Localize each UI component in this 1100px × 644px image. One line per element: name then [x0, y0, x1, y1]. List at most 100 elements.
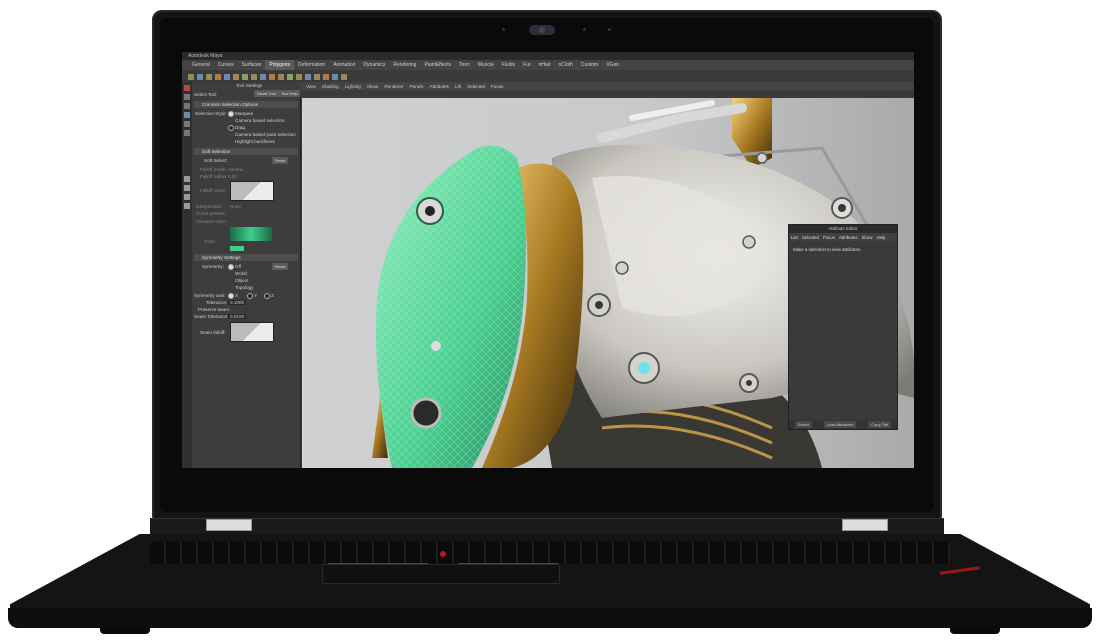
tab-ncloth[interactable]: nCloth: [555, 60, 577, 70]
viewport-menu-bar: View Shading Lighting Show Renderer Pane…: [300, 82, 914, 90]
layout-icon[interactable]: [184, 194, 190, 200]
attribute-editor-message: Make a selection to view attributes.: [793, 247, 862, 252]
tolerance-label: Tolerance:: [206, 300, 228, 305]
symmetry-off-radio[interactable]: [228, 264, 234, 270]
seam-tolerance-field[interactable]: 0.0100: [228, 314, 247, 319]
hinge-tab: [842, 519, 888, 531]
falloff-radius-value[interactable]: 5.00: [228, 174, 237, 179]
tab-nhair[interactable]: nHair: [535, 60, 555, 70]
ae-menu-help[interactable]: Help: [874, 235, 887, 240]
selection-style-label: Selection Style:: [195, 111, 227, 116]
color-swatch[interactable]: [230, 246, 244, 251]
layout-icon[interactable]: [184, 203, 190, 209]
menu-panels[interactable]: Panels: [406, 84, 426, 89]
ae-load-attributes-button[interactable]: Load Attributes: [823, 421, 857, 428]
falloff-mode-value[interactable]: Volume: [228, 167, 243, 172]
seam-tolerance-label: Seam Tolerance:: [194, 314, 229, 319]
tolerance-field[interactable]: 0.1000: [228, 300, 247, 305]
laptop-front-edge: [8, 608, 1092, 628]
color-ramp[interactable]: [230, 227, 272, 241]
keyboard: [150, 542, 950, 564]
ae-menu-list[interactable]: List: [789, 235, 800, 240]
ae-select-button[interactable]: Select: [794, 421, 813, 428]
tab-polygons[interactable]: Polygons: [265, 60, 294, 70]
tab-curves[interactable]: Curves: [214, 60, 238, 70]
ae-menu-focus[interactable]: Focus: [821, 235, 837, 240]
tab-muscle[interactable]: Muscle: [474, 60, 498, 70]
layout-icon[interactable]: [184, 185, 190, 191]
menu-selected[interactable]: Selected: [464, 84, 488, 89]
tab-custom[interactable]: Custom: [577, 60, 602, 70]
axis-z-radio[interactable]: [264, 293, 270, 299]
menu-renderer[interactable]: Renderer: [381, 84, 406, 89]
tab-painteffects[interactable]: PaintEffects: [420, 60, 455, 70]
symmetry-object-label: Object: [235, 278, 249, 283]
lasso-tool-icon[interactable]: [184, 94, 190, 100]
attribute-editor-menu: List Selected Focus Attributes Show Help: [789, 233, 897, 241]
marquee-radio[interactable]: [228, 111, 234, 117]
tab-xgen[interactable]: XGen: [602, 60, 623, 70]
window-title-bar: Autodesk Maya: [182, 52, 914, 60]
ae-menu-attributes[interactable]: Attributes: [837, 235, 860, 240]
menu-focus[interactable]: Focus: [488, 84, 507, 89]
common-selection-header[interactable]: Common Selection Options: [194, 101, 298, 108]
color-label: Color:: [204, 239, 217, 244]
tab-rendering[interactable]: Rendering: [389, 60, 420, 70]
tool-help-button[interactable]: Tool Help: [278, 90, 301, 97]
menu-attributes[interactable]: Attributes: [427, 84, 452, 89]
tab-animation[interactable]: Animation: [329, 60, 359, 70]
menu-view[interactable]: View: [303, 84, 319, 89]
menu-show[interactable]: Show: [364, 84, 382, 89]
trackpad: [322, 564, 560, 584]
falloff-radius-label: Falloff radius:: [200, 174, 228, 179]
axis-y-radio[interactable]: [247, 293, 253, 299]
laptop-foot: [100, 626, 150, 634]
ae-menu-selected[interactable]: Selected: [800, 235, 821, 240]
paint-select-icon[interactable]: [184, 103, 190, 109]
layout-icon[interactable]: [184, 176, 190, 182]
tab-surfaces[interactable]: Surfaces: [238, 60, 266, 70]
tab-general[interactable]: General: [188, 60, 214, 70]
soft-reset-button[interactable]: Reset: [272, 157, 289, 164]
select-tool-icon[interactable]: [184, 85, 190, 91]
screen: Autodesk Maya General Curves Surfaces Po…: [182, 52, 914, 468]
interpolation-label: Interpolation:: [196, 204, 223, 209]
axis-x-radio[interactable]: [228, 293, 234, 299]
menu-shading[interactable]: Shading: [319, 84, 342, 89]
trackpoint: [440, 551, 446, 557]
section-title: Symmetry Settings: [202, 255, 241, 260]
attribute-editor-window[interactable]: Attribute Editor List Selected Focus Att…: [788, 224, 898, 430]
move-tool-icon[interactable]: [184, 112, 190, 118]
symmetry-axis-label: Symmetry axis:: [194, 293, 226, 298]
drag-radio[interactable]: [228, 125, 234, 131]
rotate-tool-icon[interactable]: [184, 121, 190, 127]
menu-lighting[interactable]: Lighting: [342, 84, 364, 89]
viewport-toolbar[interactable]: [300, 90, 914, 98]
menu-lift[interactable]: Lift: [452, 84, 464, 89]
tab-deformation[interactable]: Deformation: [294, 60, 329, 70]
symmetry-settings-header[interactable]: Symmetry Settings: [194, 254, 298, 261]
ae-copy-tab-button[interactable]: Copy Tab: [868, 421, 892, 428]
tab-fur[interactable]: Fur: [519, 60, 535, 70]
falloff-curve-ramp[interactable]: [230, 181, 274, 201]
tab-fluids[interactable]: Fluids: [498, 60, 519, 70]
tab-dynamics[interactable]: Dynamics: [359, 60, 389, 70]
tab-toon[interactable]: Toon: [455, 60, 474, 70]
highlight-backfaces-label: Highlight backfaces: [235, 139, 275, 144]
seam-falloff-ramp[interactable]: [230, 322, 274, 342]
soft-selection-header[interactable]: Soft Selection: [194, 148, 298, 155]
section-title: Common Selection Options: [202, 102, 258, 107]
sensor-dot: [502, 28, 505, 31]
curve-presets-label: Curve presets:: [196, 211, 226, 216]
symmetry-world-label: World: [235, 271, 247, 276]
shelf-toolbar: [182, 70, 914, 82]
reset-tool-button[interactable]: Reset Tool: [254, 90, 279, 97]
ae-menu-show[interactable]: Show: [859, 235, 874, 240]
scale-tool-icon[interactable]: [184, 130, 190, 136]
drag-label: Drag: [235, 125, 245, 130]
laptop-foot: [950, 626, 1000, 634]
tool-box: [182, 82, 192, 468]
interpolation-value[interactable]: None: [230, 204, 241, 209]
sensor-dot: [608, 28, 611, 31]
symmetry-reset-button[interactable]: Reset: [272, 263, 289, 270]
